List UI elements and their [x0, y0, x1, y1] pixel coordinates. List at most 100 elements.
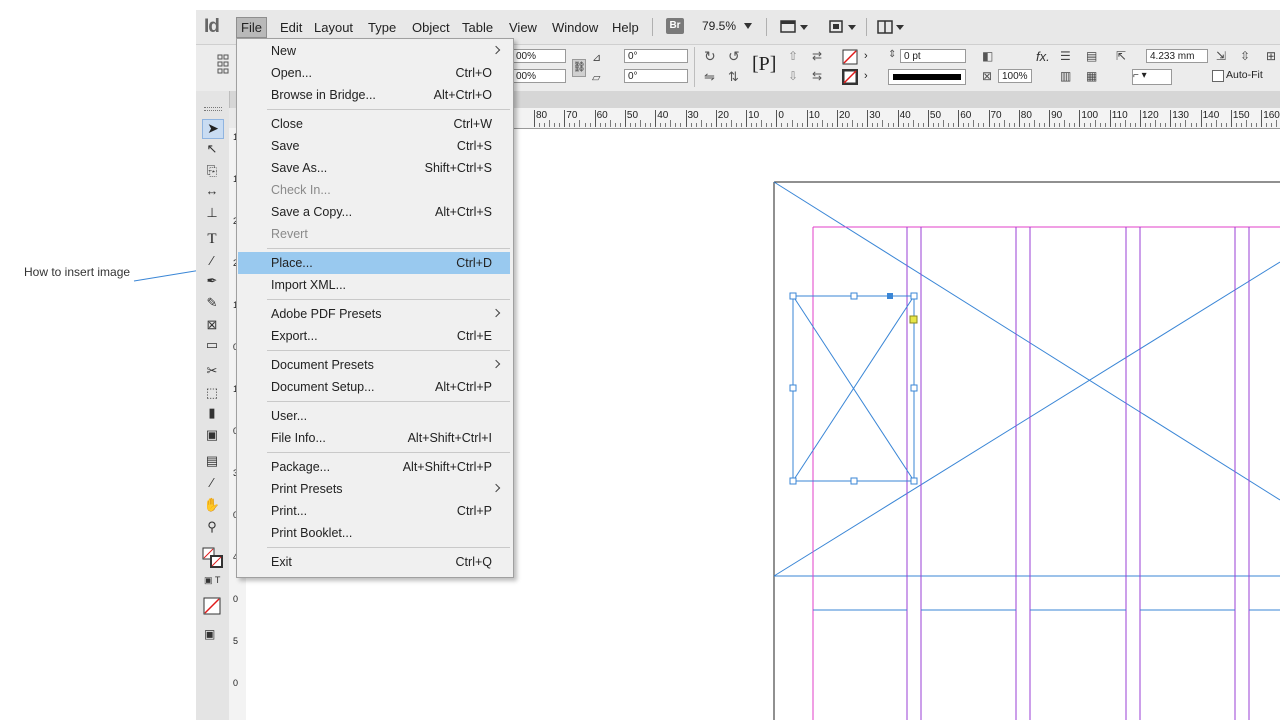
fill-none-icon[interactable] — [842, 49, 858, 65]
rotate-cw-icon[interactable]: ↻ — [704, 48, 716, 65]
file-menu-item-place[interactable]: Place... Ctrl+D — [238, 252, 510, 274]
file-menu-item-user[interactable]: User... — [238, 405, 510, 427]
file-menu-item-adobe-pdf-presets[interactable]: Adobe PDF Presets — [238, 303, 510, 325]
direct-selection-tool-icon[interactable]: ↖ — [202, 141, 222, 159]
screen-mode-icon[interactable] — [828, 19, 858, 35]
text-wrap-icon[interactable]: ☰ — [1060, 49, 1071, 63]
rotation-angle-field[interactable]: 0° — [624, 49, 688, 63]
file-menu-item-file-info[interactable]: File Info... Alt+Shift+Ctrl+I — [238, 427, 510, 449]
menu-object[interactable]: Object — [408, 18, 454, 37]
type-tool-icon[interactable]: T — [202, 231, 222, 249]
chevron-down-icon[interactable] — [744, 23, 752, 29]
fit-content-icon[interactable]: ⇳ — [1240, 49, 1250, 63]
file-menu-item-import-xml[interactable]: Import XML... — [238, 274, 510, 296]
menu-window[interactable]: Window — [548, 18, 602, 37]
flip-horizontal-icon[interactable]: ⇋ — [704, 69, 715, 85]
stroke-none-icon[interactable] — [842, 69, 858, 85]
opacity-field[interactable]: 100% — [998, 69, 1032, 83]
flip-vertical-icon[interactable]: ⇅ — [728, 69, 739, 85]
screen-mode-normal-icon[interactable]: ▣ — [204, 627, 215, 641]
menu-type[interactable]: Type — [364, 18, 400, 37]
eyedropper-tool-icon[interactable]: ⁄ — [202, 475, 222, 493]
align-bottom-icon[interactable]: ▦ — [1086, 69, 1097, 83]
file-menu-item-document-presets[interactable]: Document Presets — [238, 354, 510, 376]
rectangle-tool-icon[interactable]: ▭ — [202, 337, 222, 355]
selection-tool-icon[interactable]: ➤ — [202, 119, 224, 139]
file-menu-item-export[interactable]: Export... Ctrl+E — [238, 325, 510, 347]
gap-tool-icon[interactable]: ↔ — [202, 183, 222, 201]
align-top-icon[interactable]: ▥ — [1060, 69, 1071, 83]
line-tool-icon[interactable]: ∕ — [202, 253, 222, 271]
menu-layout[interactable]: Layout — [310, 18, 357, 37]
file-menu-item-new[interactable]: New — [238, 40, 510, 62]
fill-stroke-swatch-icon[interactable] — [202, 547, 224, 569]
scissors-tool-icon[interactable]: ✂ — [202, 363, 222, 381]
file-menu-item-check-in: Check In... — [238, 179, 510, 201]
file-menu-item-open[interactable]: Open... Ctrl+O — [238, 62, 510, 84]
note-tool-icon[interactable]: ▤ — [202, 453, 222, 471]
select-previous-icon[interactable]: ⇧ — [788, 49, 798, 63]
gradient-feather-tool-icon[interactable]: ▣ — [202, 427, 222, 445]
auto-fit-checkbox[interactable] — [1212, 70, 1224, 82]
scale-y-field[interactable]: 00% — [512, 69, 566, 83]
stroke-weight-field[interactable]: 0 pt — [900, 49, 966, 63]
gradient-swatch-tool-icon[interactable]: ▮ — [202, 405, 222, 423]
hand-tool-icon[interactable]: ✋ — [202, 497, 222, 515]
file-menu-item-close[interactable]: Close Ctrl+W — [238, 113, 510, 135]
file-menu-item-exit[interactable]: Exit Ctrl+Q — [238, 551, 510, 573]
view-options-icon[interactable] — [780, 19, 810, 35]
scale-x-field[interactable]: 00% — [512, 49, 566, 63]
pen-tool-icon[interactable]: ✒ — [202, 273, 222, 291]
select-container-icon[interactable]: ⇆ — [812, 69, 822, 83]
menu-table[interactable]: Table — [458, 18, 497, 37]
file-menu-item-save[interactable]: Save Ctrl+S — [238, 135, 510, 157]
menu-separator — [267, 452, 510, 453]
reference-point-icon[interactable] — [216, 53, 236, 77]
pencil-tool-icon[interactable]: ✎ — [202, 295, 222, 313]
rectangle-frame-tool-icon[interactable]: ⊠ — [202, 317, 222, 335]
fit-frame-icon[interactable]: ⇲ — [1216, 49, 1226, 63]
arrange-documents-icon[interactable] — [876, 19, 906, 35]
menu-help[interactable]: Help — [608, 18, 643, 37]
menu-file[interactable]: File — [236, 17, 267, 38]
content-collector-icon[interactable]: ⊥ — [202, 205, 222, 223]
menu-view[interactable]: View — [505, 18, 541, 37]
stroke-type-dropdown[interactable] — [888, 69, 966, 85]
file-menu-item-save-as[interactable]: Save As... Shift+Ctrl+S — [238, 157, 510, 179]
menu-item-label: Exit — [271, 555, 292, 569]
stroke-weight-stepper[interactable]: ⇕ — [888, 49, 896, 60]
corner-options-dropdown[interactable]: ⌐ ▾ — [1132, 69, 1172, 85]
selection-container-icon[interactable]: [P] — [752, 53, 776, 76]
file-menu-item-print-presets[interactable]: Print Presets — [238, 478, 510, 500]
chevron-right-icon[interactable]: › — [864, 70, 868, 82]
menu-item-shortcut: Ctrl+S — [456, 139, 492, 153]
ruler-label: 130 — [1172, 110, 1189, 121]
page-tool-icon[interactable]: ⎘ — [202, 163, 222, 181]
zoom-level[interactable]: 79.5% — [702, 19, 736, 33]
dimension-field[interactable]: 4.233 mm — [1146, 49, 1208, 63]
chevron-right-icon[interactable]: › — [864, 50, 868, 62]
formatting-container-icon[interactable]: ▣ T — [204, 575, 220, 586]
rotate-ccw-icon[interactable]: ↺ — [728, 48, 740, 65]
file-menu-item-package[interactable]: Package... Alt+Shift+Ctrl+P — [238, 456, 510, 478]
constrain-proportions-icon[interactable]: ⛓ — [572, 59, 586, 77]
apply-none-icon[interactable] — [203, 597, 221, 615]
menu-edit[interactable]: Edit — [276, 18, 306, 37]
fill-frame-icon[interactable]: ⊞ — [1266, 49, 1276, 63]
drop-shadow-icon[interactable]: ◧ — [982, 49, 993, 63]
ruler-tick — [927, 110, 929, 127]
file-menu-item-document-setup[interactable]: Document Setup... Alt+Ctrl+P — [238, 376, 510, 398]
effects-icon[interactable]: fx. — [1036, 49, 1050, 64]
select-next-icon[interactable]: ⇄ — [812, 49, 822, 63]
ruler-subtick — [1114, 123, 1116, 127]
file-menu-item-browse-in-bridge[interactable]: Browse in Bridge... Alt+Ctrl+O — [238, 84, 510, 106]
wrap-around-icon[interactable]: ▤ — [1086, 49, 1097, 63]
file-menu-item-save-a-copy[interactable]: Save a Copy... Alt+Ctrl+S — [238, 201, 510, 223]
file-menu-item-print[interactable]: Print... Ctrl+P — [238, 500, 510, 522]
shear-angle-field[interactable]: 0° — [624, 69, 688, 83]
free-transform-tool-icon[interactable]: ⬚ — [202, 385, 222, 403]
select-content-icon[interactable]: ⇩ — [788, 69, 798, 83]
zoom-tool-icon[interactable]: ⚲ — [202, 519, 222, 537]
file-menu-item-print-booklet[interactable]: Print Booklet... — [238, 522, 510, 544]
bridge-button[interactable]: Br — [666, 18, 684, 34]
